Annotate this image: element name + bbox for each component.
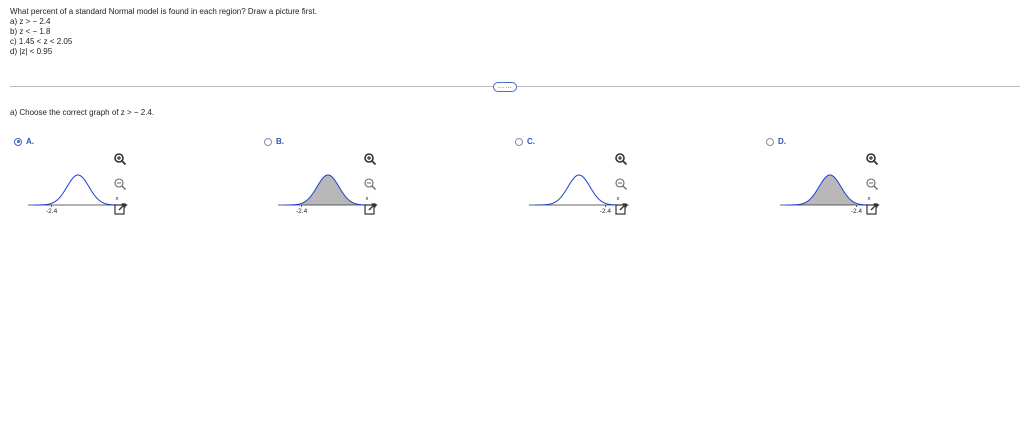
option-b[interactable]: B. -2.4 x [260,137,510,247]
option-a-graph: -2.4x [28,174,128,215]
zoom-in-tool[interactable] [113,152,127,166]
expand-more-button[interactable]: …… [493,82,517,92]
option-c-radio[interactable] [515,137,523,146]
option-a-letter: A. [26,137,34,146]
option-a[interactable]: A. -2.4 x [10,137,260,247]
option-c-selector[interactable]: C. [515,137,535,146]
zoom-out-icon [113,177,127,191]
cutoff-label: -2.4 [851,208,863,215]
open-window-tool[interactable] [363,202,377,216]
option-b-graph: -2.4x [278,174,378,215]
open-window-tool[interactable] [614,202,628,216]
question-intro: What percent of a standard Normal model … [10,7,317,16]
open-new-window-icon [363,202,377,216]
option-c-graph: -2.4x [529,174,629,215]
zoom-in-icon [614,152,628,166]
zoom-out-tool[interactable] [614,177,628,191]
question-part-b: b) z < − 1.8 [10,27,51,36]
normal-curve [535,174,623,206]
zoom-in-tool[interactable] [865,152,879,166]
open-new-window-icon [113,202,127,216]
option-d[interactable]: D. -2.4 x [762,137,1012,247]
cutoff-label: -2.4 [296,208,308,215]
option-d-graph: -2.4x [780,174,880,215]
zoom-out-icon [614,177,628,191]
option-c[interactable]: C. -2.4 x [511,137,761,247]
question-part-c: c) 1.45 < z < 2.05 [10,37,73,46]
option-b-selector[interactable]: B. [264,137,284,146]
shaded-region [786,175,857,205]
open-new-window-icon [865,202,879,216]
zoom-out-icon [865,177,879,191]
question-part-a: a) z > − 2.4 [10,17,51,26]
zoom-out-icon [363,177,377,191]
shaded-region [301,175,372,205]
zoom-out-tool[interactable] [363,177,377,191]
zoom-in-icon [113,152,127,166]
zoom-in-tool[interactable] [614,152,628,166]
option-d-letter: D. [778,137,786,146]
open-window-tool[interactable] [113,202,127,216]
question-text: What percent of a standard Normal model … [10,7,317,57]
zoom-in-tool[interactable] [363,152,377,166]
zoom-in-icon [363,152,377,166]
option-a-radio[interactable] [14,137,22,146]
option-d-radio[interactable] [766,137,774,146]
zoom-out-tool[interactable] [865,177,879,191]
option-a-selector[interactable]: A. [14,137,34,146]
question-part-d: d) |z| < 0.95 [10,47,53,56]
open-window-tool[interactable] [865,202,879,216]
open-new-window-icon [614,202,628,216]
cutoff-label: -2.4 [46,208,58,215]
zoom-out-tool[interactable] [113,177,127,191]
zoom-in-icon [865,152,879,166]
option-b-letter: B. [276,137,284,146]
option-b-radio[interactable] [264,137,272,146]
sub-question-prompt: a) Choose the correct graph of z > − 2.4… [10,108,155,117]
option-d-selector[interactable]: D. [766,137,786,146]
option-c-letter: C. [527,137,535,146]
normal-curve [34,174,122,206]
cutoff-label: -2.4 [600,208,612,215]
